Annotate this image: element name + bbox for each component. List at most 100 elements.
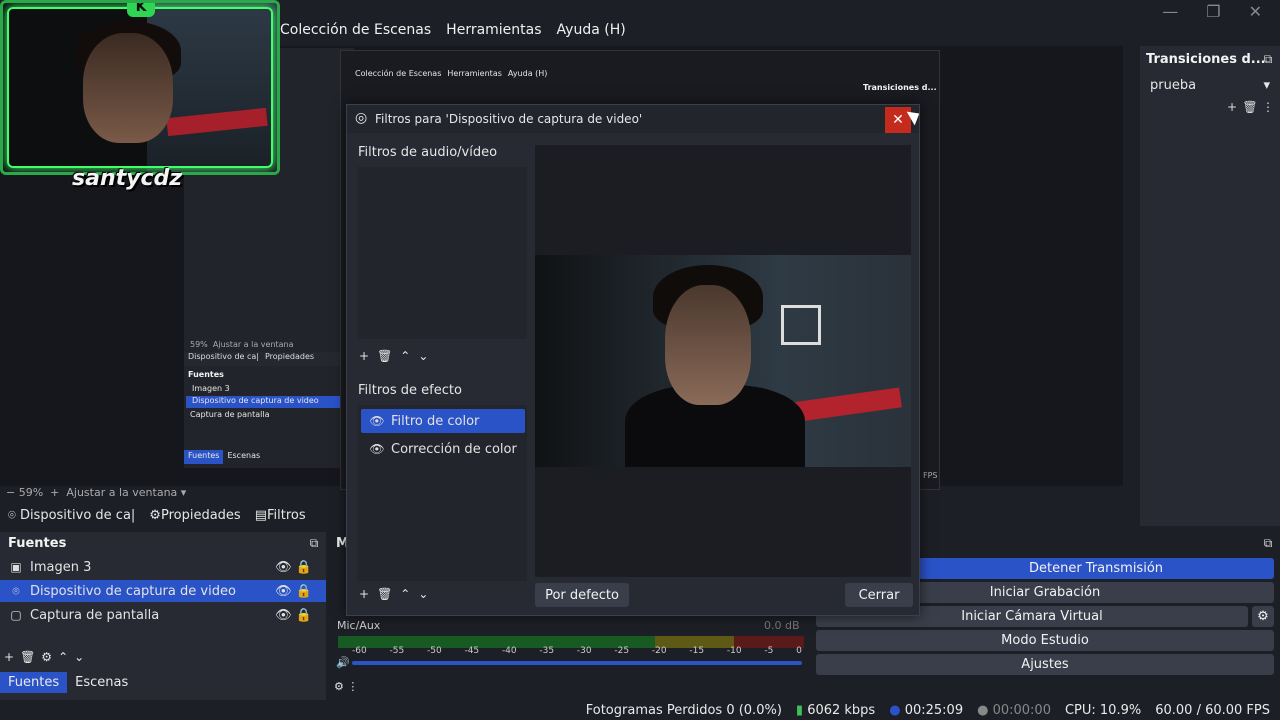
transition-toolbar: + 🗑 ⋮	[1224, 100, 1276, 114]
neon-frame	[7, 7, 273, 168]
filters-dialog: ◎ Filtros para 'Dispositivo de captura d…	[346, 104, 920, 616]
nested-menu: Colección de Escenas Herramientas Ayuda …	[355, 69, 548, 78]
mixer-db: 0.0 dB	[764, 619, 800, 632]
gear-icon[interactable]: ⚙	[1252, 606, 1274, 627]
bitrate: ▮ 6062 kbps	[795, 702, 876, 718]
nested-transitions-header: Transiciones d...	[863, 83, 937, 92]
up-icon[interactable]: ⌃	[400, 587, 410, 601]
camera-feed	[535, 255, 911, 467]
menu-help[interactable]: Ayuda (H)	[557, 22, 626, 38]
transitions-header: Transiciones d...	[1146, 52, 1266, 67]
menu-bar: Colección de Escenas Herramientas Ayuda …	[280, 22, 626, 38]
gear-icon[interactable]: ⚙	[41, 650, 52, 664]
source-row-capture-device[interactable]: ⌾ Dispositivo de captura de video 👁 🔒	[0, 580, 326, 602]
plus-icon[interactable]: +	[1224, 100, 1240, 114]
mixer-settings-icon[interactable]: ⚙ ⋮	[334, 680, 358, 693]
zoom-row: − 59% + Ajustar a la ventana ▾	[6, 486, 187, 499]
trash-icon[interactable]: 🗑	[377, 587, 392, 601]
fps-readout: 60.00 / 60.00 FPS	[1155, 702, 1270, 718]
undock-icon[interactable]: ⧉	[306, 536, 322, 551]
red-cloth	[790, 387, 902, 423]
mixer-label: Mic/Aux	[337, 619, 381, 632]
visibility-eye-icon: 👁	[369, 414, 385, 428]
tab-scenes[interactable]: Escenas	[67, 672, 136, 693]
visibility-eye-icon: 👁 🔒	[275, 607, 312, 623]
tab-sources[interactable]: Fuentes	[0, 672, 68, 693]
nested-fps: FPS	[923, 471, 938, 480]
bottom-tabs: Fuentes Escenas	[0, 672, 136, 693]
sources-toolbar: + 🗑 ⚙ ⌃ ⌄	[4, 650, 84, 664]
audio-video-header: Filtros de audio/vídeo	[358, 145, 498, 160]
audio-video-toolbar: + 🗑 ⌃ ⌄	[359, 349, 428, 363]
close-icon[interactable]: ✕	[1249, 2, 1262, 21]
more-icon[interactable]: ⋮	[1260, 100, 1276, 114]
camera-icon: ⌾	[12, 583, 20, 598]
trash-icon[interactable]: 🗑	[1242, 100, 1258, 114]
plus-icon[interactable]: +	[359, 587, 369, 601]
stream-time: ● 00:25:09	[889, 702, 964, 718]
dropped-frames: Fotogramas Perdidos 0 (0.0%)	[585, 702, 782, 718]
source-row-image[interactable]: ▣ Imagen 3 👁 🔒	[0, 556, 326, 578]
monitor-icon: ▢	[10, 608, 22, 622]
defaults-button[interactable]: Por defecto	[535, 583, 629, 607]
chevron-down-icon: ▾	[1263, 77, 1270, 93]
volume-slider[interactable]	[352, 661, 802, 665]
plus-icon[interactable]: +	[4, 650, 14, 664]
up-icon[interactable]: ⌃	[58, 650, 68, 664]
visibility-eye-icon: 👁	[369, 442, 385, 456]
trash-icon[interactable]: 🗑	[377, 349, 392, 363]
nested-source-3: Captura de pantalla	[190, 410, 270, 419]
signal-icon: ▮	[795, 702, 804, 718]
webcam-overlay: K	[0, 0, 280, 175]
dialog-titlebar: ◎ Filtros para 'Dispositivo de captura d…	[347, 105, 919, 133]
cpu-usage: CPU: 10.9%	[1064, 702, 1142, 718]
logo-k: K	[127, 3, 155, 17]
streamer-name: santycdz	[72, 166, 183, 191]
down-icon[interactable]: ⌄	[418, 349, 428, 363]
context-source[interactable]: ⌾ Dispositivo de ca|	[8, 508, 135, 523]
maximize-icon[interactable]: ❐	[1206, 2, 1220, 21]
down-icon[interactable]: ⌄	[74, 650, 84, 664]
status-bar: Fotogramas Perdidos 0 (0.0%) ▮ 6062 kbps…	[0, 700, 1280, 720]
obs-logo-icon: ◎	[355, 110, 368, 126]
record-icon: ●	[977, 702, 989, 718]
minimize-icon[interactable]: —	[1162, 2, 1178, 21]
broadcast-icon: ●	[889, 702, 901, 718]
source-row-screen-capture[interactable]: ▢ Captura de pantalla 👁 🔒	[0, 604, 326, 626]
context-filters[interactable]: ▤Filtros	[255, 508, 306, 523]
nested-tabs: Fuentes Escenas	[184, 450, 260, 464]
image-icon: ▣	[10, 560, 22, 574]
wall-frame	[781, 305, 821, 345]
undock-icon[interactable]: ⧉	[1260, 536, 1276, 551]
effects-toolbar: + 🗑 ⌃ ⌄	[359, 587, 428, 601]
transition-select[interactable]: prueba ▾	[1144, 74, 1276, 96]
window-controls: — ❐ ✕	[1162, 2, 1262, 21]
effect-item-color-correction[interactable]: 👁 Corrección de color	[361, 437, 525, 461]
nested-context-bar: Dispositivo de ca| Propiedades	[184, 352, 354, 366]
down-icon[interactable]: ⌄	[418, 587, 428, 601]
close-button[interactable]: Cerrar	[845, 583, 913, 607]
up-icon[interactable]: ⌃	[400, 349, 410, 363]
audio-video-list[interactable]	[357, 167, 527, 339]
effects-header: Filtros de efecto	[358, 383, 462, 398]
settings-button[interactable]: Ajustes	[816, 654, 1274, 675]
menu-tools[interactable]: Herramientas	[446, 22, 541, 38]
filter-preview	[535, 145, 911, 577]
effects-list: 👁 Filtro de color 👁 Corrección de color	[357, 405, 527, 581]
visibility-eye-icon: 👁 🔒	[275, 583, 312, 599]
studio-mode-button[interactable]: Modo Estudio	[816, 630, 1274, 651]
speaker-icon[interactable]: 🔊	[336, 656, 350, 669]
nested-source-1: Imagen 3	[192, 384, 230, 393]
meter-scale: -60 -55 -50 -45 -40 -35 -30 -25 -20 -15 -10 -5 0	[352, 646, 802, 656]
undock-icon[interactable]: ⧉	[1260, 52, 1276, 67]
transitions-panel: Transiciones d... ⧉ prueba ▾ + 🗑 ⋮	[1140, 46, 1280, 526]
trash-icon[interactable]: 🗑	[20, 650, 35, 664]
plus-icon[interactable]: +	[359, 349, 369, 363]
menu-scene-collection[interactable]: Colección de Escenas	[280, 22, 431, 38]
effect-item-color-filter[interactable]: 👁 Filtro de color	[361, 409, 525, 433]
stop-streaming-button[interactable]: Detener Transmisión	[918, 558, 1274, 579]
sources-header: Fuentes	[8, 536, 67, 551]
context-properties[interactable]: ⚙Propiedades	[149, 508, 240, 523]
dialog-title: Filtros para 'Dispositivo de captura de …	[375, 112, 643, 126]
nested-source-2: Dispositivo de captura de video	[186, 396, 346, 408]
